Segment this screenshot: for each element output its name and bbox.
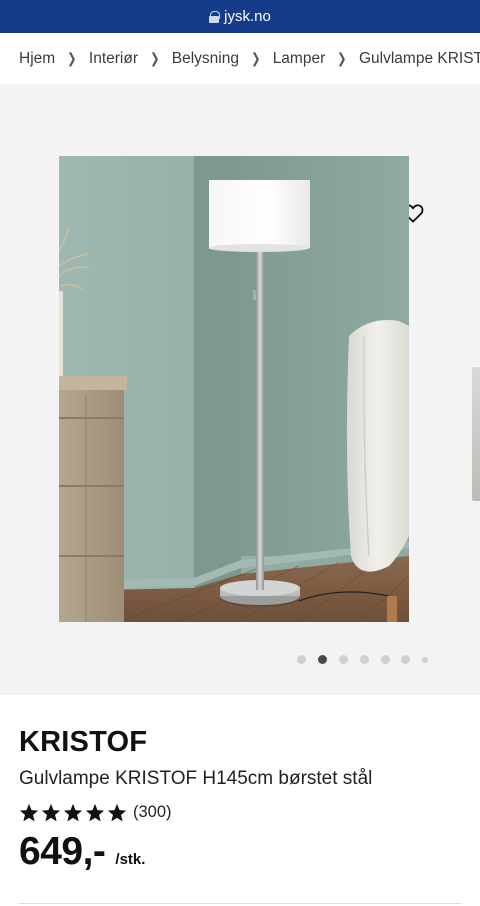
product-name: Gulvlampe KRISTOF H145cm børstet stål xyxy=(19,768,373,789)
chevron-right-icon: ❯ xyxy=(150,50,160,66)
pagination-dot-active[interactable] xyxy=(318,655,327,664)
star-icon xyxy=(85,803,105,821)
price-unit: /stk. xyxy=(115,851,146,868)
pagination-dot[interactable] xyxy=(339,655,348,664)
browser-url-bar[interactable]: jysk.no xyxy=(0,0,480,33)
breadcrumb-home[interactable]: Hjem xyxy=(19,50,55,68)
gallery-pagination[interactable] xyxy=(0,655,480,665)
pagination-dot[interactable] xyxy=(401,655,410,664)
star-icon xyxy=(63,803,83,821)
breadcrumb: Hjem ❯ Interiør ❯ Belysning ❯ Lamper ❯ G… xyxy=(0,33,480,84)
section-divider xyxy=(19,903,461,904)
chevron-right-icon: ❯ xyxy=(337,50,347,66)
product-info: KRISTOF Gulvlampe KRISTOF H145cm børstet… xyxy=(0,726,480,874)
pagination-dot[interactable] xyxy=(422,656,428,663)
product-image-gallery[interactable] xyxy=(0,84,480,695)
rating-stars xyxy=(19,803,127,822)
product-brand: KRISTOF xyxy=(19,726,148,758)
pagination-dot[interactable] xyxy=(297,655,306,664)
breadcrumb-current[interactable]: Gulvlampe KRISTOF xyxy=(359,50,480,68)
url-text: jysk.no xyxy=(224,8,271,25)
breadcrumb-lamps[interactable]: Lamper xyxy=(273,50,326,68)
pagination-dot[interactable] xyxy=(360,655,369,664)
product-photo[interactable] xyxy=(59,156,409,622)
chevron-right-icon: ❯ xyxy=(251,50,261,66)
chevron-right-icon: ❯ xyxy=(67,50,77,66)
product-rating[interactable]: (300) xyxy=(19,801,461,823)
breadcrumb-interior[interactable]: Interiør xyxy=(89,50,138,68)
next-image-preview[interactable] xyxy=(472,367,480,501)
breadcrumb-lighting[interactable]: Belysning xyxy=(172,50,239,68)
review-count[interactable]: (300) xyxy=(133,803,172,822)
price-row: 649,- /stk. xyxy=(19,830,461,874)
star-icon xyxy=(41,803,61,821)
product-price: 649,- xyxy=(19,830,106,873)
star-icon xyxy=(107,803,127,821)
star-icon xyxy=(19,803,39,821)
pagination-dot[interactable] xyxy=(381,655,390,664)
lock-icon xyxy=(209,10,221,23)
